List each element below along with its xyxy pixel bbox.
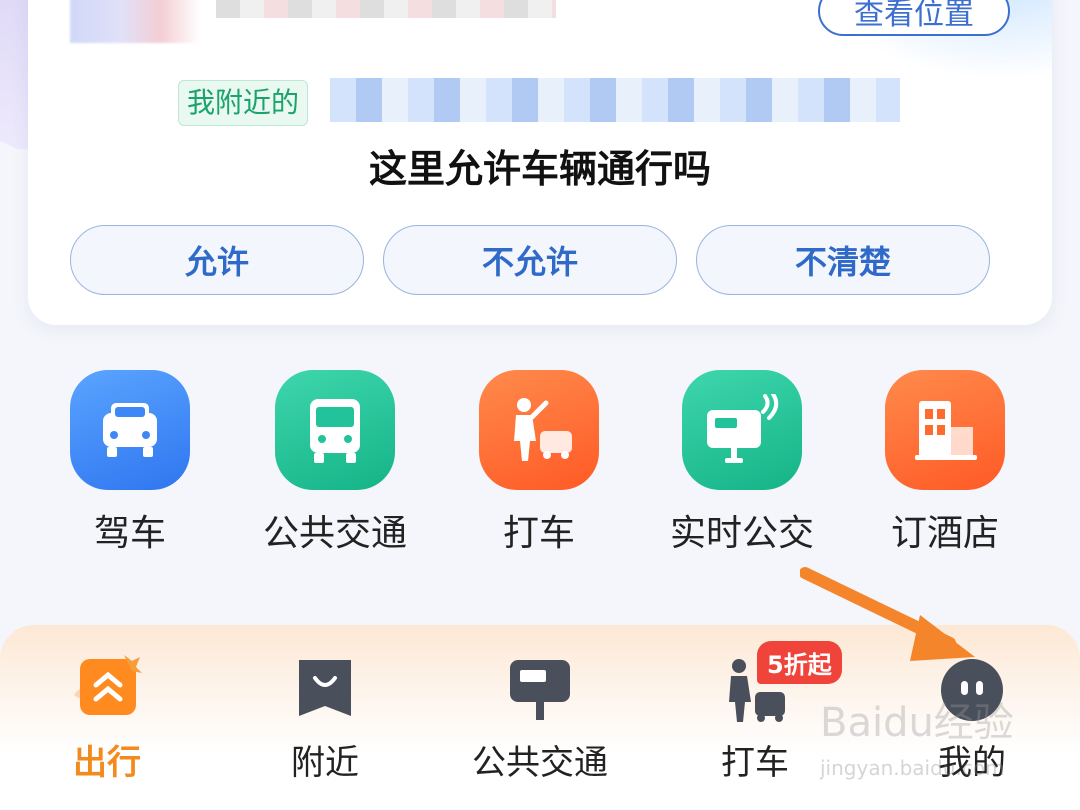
quick-label: 公共交通 bbox=[262, 513, 407, 554]
blurred-address bbox=[330, 78, 900, 122]
not-allow-button[interactable]: 不允许 bbox=[383, 225, 677, 295]
blurred-title bbox=[216, 0, 556, 18]
quick-label: 驾车 bbox=[93, 513, 166, 554]
annotation-arrow bbox=[800, 567, 975, 661]
bus-icon bbox=[275, 370, 395, 490]
hotel-icon bbox=[885, 370, 1005, 490]
tab-public-transit[interactable]: 公共交通 bbox=[455, 655, 625, 784]
watermark-logo: Baidu经验 bbox=[820, 700, 1014, 746]
quick-realtime-bus[interactable]: 实时公交 bbox=[652, 370, 832, 556]
quick-label: 实时公交 bbox=[669, 513, 814, 554]
nearby-tag: 我附近的 bbox=[178, 80, 309, 126]
question-text: 这里允许车辆通行吗 bbox=[368, 147, 711, 191]
nearby-bag-icon bbox=[290, 655, 360, 725]
tab-label: 出行 bbox=[73, 743, 141, 783]
blurred-avatar bbox=[70, 0, 200, 43]
quick-hotel[interactable]: 订酒店 bbox=[855, 370, 1035, 556]
unclear-button[interactable]: 不清楚 bbox=[696, 225, 990, 295]
car-icon bbox=[70, 370, 190, 490]
bus-stop-icon bbox=[505, 655, 575, 725]
quick-public-transit[interactable]: 公共交通 bbox=[245, 370, 425, 556]
tab-label: 附近 bbox=[291, 743, 359, 783]
travel-icon bbox=[72, 655, 142, 725]
quick-taxi[interactable]: 打车 bbox=[449, 370, 629, 556]
allow-button[interactable]: 允许 bbox=[70, 225, 364, 295]
tab-label: 打车 bbox=[721, 743, 789, 783]
tab-travel[interactable]: 出行 bbox=[22, 655, 192, 784]
quick-label: 订酒店 bbox=[890, 513, 999, 554]
quick-drive[interactable]: 驾车 bbox=[40, 370, 220, 556]
watermark-url: jingyan.baidu.com bbox=[820, 756, 1005, 780]
view-position-button[interactable]: 查看位置 bbox=[818, 0, 1010, 36]
quick-label: 打车 bbox=[502, 513, 575, 554]
realtime-bus-icon bbox=[682, 370, 802, 490]
tab-label: 公共交通 bbox=[472, 743, 608, 783]
road-question-card: 查看位置 我附近的 这里允许车辆通行吗 允许 不允许 不清楚 bbox=[28, 0, 1052, 325]
watermark: Baidu经验 jingyan.baidu.com bbox=[820, 690, 1060, 790]
taxi-icon bbox=[479, 370, 599, 490]
tab-nearby[interactable]: 附近 bbox=[240, 655, 410, 784]
